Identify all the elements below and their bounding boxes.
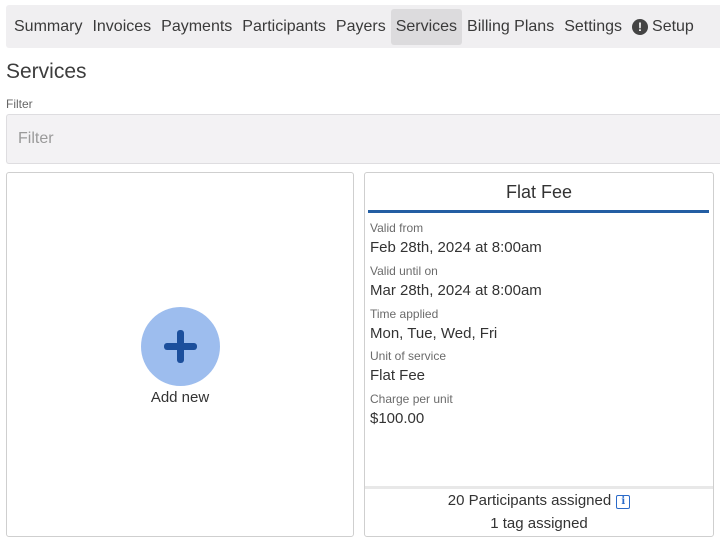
nav-tab-payers[interactable]: Payers bbox=[331, 9, 391, 45]
nav-tab-settings[interactable]: Settings bbox=[559, 9, 627, 45]
top-nav: Summary Invoices Payments Participants P… bbox=[6, 5, 720, 48]
charge-per-unit-value: $100.00 bbox=[370, 410, 425, 427]
add-new-label: Add new bbox=[150, 389, 210, 406]
filter-label: Filter bbox=[6, 97, 33, 111]
tags-assigned: 1 tag assigned bbox=[490, 515, 588, 532]
valid-until-value: Mar 28th, 2024 at 8:00am bbox=[370, 282, 542, 299]
charge-per-unit-label: Charge per unit bbox=[370, 392, 453, 406]
plus-icon bbox=[164, 330, 197, 363]
valid-from-label: Valid from bbox=[370, 221, 424, 235]
add-button[interactable] bbox=[141, 307, 220, 386]
participants-assigned-text: 20 Participants assigned bbox=[447, 492, 612, 509]
info-icon[interactable]: i bbox=[616, 495, 631, 509]
nav-tab-setup-label: Setup bbox=[652, 17, 694, 35]
nav-tab-setup[interactable]: ! Setup bbox=[627, 9, 699, 45]
service-title-underline bbox=[368, 210, 709, 213]
nav-tab-billing-plans[interactable]: Billing Plans bbox=[462, 9, 559, 45]
page-title: Services bbox=[6, 60, 87, 83]
nav-tab-services[interactable]: Services bbox=[390, 8, 463, 45]
nav-tab-participants[interactable]: Participants bbox=[237, 9, 331, 45]
nav-tab-payments[interactable]: Payments bbox=[156, 9, 237, 45]
time-applied-value: Mon, Tue, Wed, Fri bbox=[370, 325, 498, 342]
filter-input[interactable] bbox=[6, 114, 720, 164]
alert-icon: ! bbox=[632, 18, 649, 35]
unit-of-service-value: Flat Fee bbox=[370, 367, 426, 384]
time-applied-label: Time applied bbox=[370, 307, 439, 321]
add-new-service-card[interactable]: Add new bbox=[6, 172, 354, 537]
service-name: Flat Fee bbox=[505, 182, 573, 202]
valid-from-value: Feb 28th, 2024 at 8:00am bbox=[370, 239, 542, 256]
nav-tab-invoices[interactable]: Invoices bbox=[87, 9, 156, 45]
service-card-footer: 20 Participants assigned i 1 tag assigned bbox=[365, 486, 713, 536]
service-card[interactable]: Flat Fee Valid from Feb 28th, 2024 at 8:… bbox=[364, 172, 714, 537]
nav-tab-summary[interactable]: Summary bbox=[9, 9, 87, 45]
valid-until-label: Valid until on bbox=[370, 264, 438, 278]
unit-of-service-label: Unit of service bbox=[370, 349, 447, 363]
participants-assigned: 20 Participants assigned i bbox=[365, 492, 713, 509]
